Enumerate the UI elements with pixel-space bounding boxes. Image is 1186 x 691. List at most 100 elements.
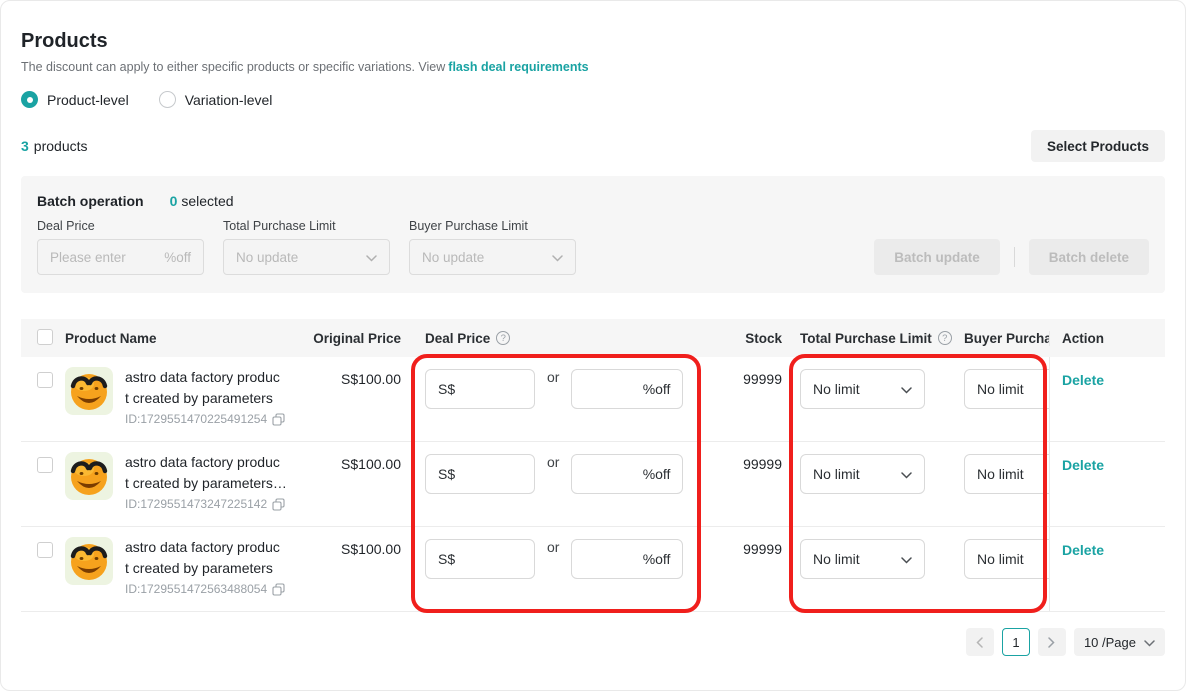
batch-deal-price-field: Deal Price %off [37, 219, 204, 275]
percent-suffix: %off [643, 381, 671, 397]
batch-delete-button[interactable]: Batch delete [1029, 239, 1149, 275]
radio-selected-icon[interactable] [21, 91, 38, 108]
help-icon[interactable]: ? [496, 331, 510, 345]
batch-operation-title: Batch operation [37, 193, 144, 209]
chevron-down-icon [901, 381, 912, 397]
batch-deal-price-suffix: %off [164, 250, 191, 265]
next-page-button[interactable] [1038, 628, 1066, 656]
original-price: S$100.00 [301, 442, 401, 526]
product-id: ID:1729551473247225142 [125, 497, 267, 511]
total-purchase-limit-select[interactable]: No limit [800, 539, 925, 579]
delete-link[interactable]: Delete [1062, 457, 1104, 473]
batch-deal-price-label: Deal Price [37, 219, 204, 233]
stock-value: 99999 [707, 527, 782, 611]
level-radio-group: Product-level Variation-level [21, 91, 1165, 108]
header-total-purchase-limit: Total Purchase Limit [800, 331, 932, 346]
radio-product-level-label: Product-level [47, 92, 129, 108]
copy-icon[interactable] [272, 583, 285, 596]
product-image [65, 367, 113, 415]
percent-off-text-input[interactable] [584, 551, 642, 567]
percent-off-input[interactable]: %off [571, 539, 683, 579]
pagination: 1 10 /Page [21, 628, 1165, 656]
chevron-down-icon [901, 551, 912, 567]
percent-off-text-input[interactable] [584, 466, 642, 482]
page-size-select[interactable]: 10 /Page [1074, 628, 1165, 656]
prev-page-button[interactable] [966, 628, 994, 656]
product-name: astro data factory product created by pa… [125, 537, 301, 579]
page-title: Products [21, 29, 1165, 53]
batch-buyer-limit-field: Buyer Purchase Limit No update [409, 219, 576, 275]
row-checkbox[interactable] [37, 372, 53, 388]
header-action: Action [1049, 331, 1167, 346]
product-image [65, 452, 113, 500]
delete-link[interactable]: Delete [1062, 372, 1104, 388]
copy-icon[interactable] [272, 413, 285, 426]
subtitle-text: The discount can apply to either specifi… [21, 60, 445, 74]
radio-product-level[interactable]: Product-level [21, 91, 129, 108]
row-checkbox[interactable] [37, 457, 53, 473]
delete-link[interactable]: Delete [1062, 542, 1104, 558]
product-name: astro data factory product created by pa… [125, 452, 301, 494]
total-purchase-limit-value: No limit [813, 466, 860, 482]
batch-update-button[interactable]: Batch update [874, 239, 1000, 275]
deal-price-input[interactable]: S$ [425, 539, 535, 579]
percent-suffix: %off [643, 466, 671, 482]
select-all-checkbox[interactable] [37, 329, 53, 345]
buyer-purchase-limit-text-input[interactable] [977, 466, 1049, 482]
chevron-down-icon [552, 250, 563, 265]
buyer-purchase-limit-input[interactable] [964, 454, 1049, 494]
batch-buyer-limit-select[interactable]: No update [409, 239, 576, 275]
or-label: or [547, 539, 559, 555]
or-label: or [547, 369, 559, 385]
batch-buyer-limit-value: No update [422, 250, 484, 265]
products-count: 3products [21, 138, 88, 154]
percent-off-input[interactable]: %off [571, 454, 683, 494]
chevron-down-icon [901, 466, 912, 482]
buyer-purchase-limit-input[interactable] [964, 369, 1049, 409]
batch-total-limit-field: Total Purchase Limit No update [223, 219, 390, 275]
current-page[interactable]: 1 [1002, 628, 1030, 656]
deal-price-text-input[interactable] [455, 551, 522, 567]
page-subtitle: The discount can apply to either specifi… [21, 59, 1165, 75]
total-purchase-limit-select[interactable]: No limit [800, 369, 925, 409]
radio-variation-level[interactable]: Variation-level [159, 91, 273, 108]
batch-deal-price-text-input[interactable] [50, 250, 164, 265]
row-checkbox[interactable] [37, 542, 53, 558]
table-row: astro data factory product created by pa… [21, 527, 1165, 612]
products-panel: Products The discount can apply to eithe… [0, 0, 1186, 691]
original-price: S$100.00 [301, 527, 401, 611]
header-buyer-purchase-limit: Buyer Purchase [947, 331, 1049, 346]
buyer-purchase-limit-text-input[interactable] [977, 381, 1049, 397]
deal-price-input[interactable]: S$ [425, 454, 535, 494]
header-deal-price: Deal Price [425, 331, 490, 346]
deal-price-text-input[interactable] [455, 466, 522, 482]
percent-off-text-input[interactable] [584, 381, 642, 397]
summary-row: 3products Select Products [21, 130, 1165, 162]
batch-operation-panel: Batch operation 0selected Deal Price %of… [21, 176, 1165, 293]
products-table: Product Name Original Price Deal Price? … [21, 319, 1165, 612]
batch-selected-label: selected [181, 193, 233, 209]
buyer-purchase-limit-text-input[interactable] [977, 551, 1049, 567]
percent-off-input[interactable]: %off [571, 369, 683, 409]
header-original-price: Original Price [301, 331, 401, 346]
buyer-purchase-limit-input[interactable] [964, 539, 1049, 579]
header-product-name: Product Name [65, 331, 301, 346]
copy-icon[interactable] [272, 498, 285, 511]
batch-selected-number: 0 [170, 193, 178, 209]
select-products-button[interactable]: Select Products [1031, 130, 1165, 162]
total-purchase-limit-value: No limit [813, 381, 860, 397]
batch-total-limit-label: Total Purchase Limit [223, 219, 390, 233]
page-size-value: 10 /Page [1084, 635, 1136, 650]
deal-price-input[interactable]: S$ [425, 369, 535, 409]
batch-total-limit-select[interactable]: No update [223, 239, 390, 275]
stock-value: 99999 [707, 442, 782, 526]
radio-unselected-icon[interactable] [159, 91, 176, 108]
total-purchase-limit-select[interactable]: No limit [800, 454, 925, 494]
currency-prefix: S$ [438, 551, 455, 567]
batch-selected-count: 0selected [170, 193, 234, 209]
radio-variation-level-label: Variation-level [185, 92, 273, 108]
deal-price-text-input[interactable] [455, 381, 522, 397]
batch-deal-price-input[interactable]: %off [37, 239, 204, 275]
batch-buyer-limit-label: Buyer Purchase Limit [409, 219, 576, 233]
flash-deal-requirements-link[interactable]: flash deal requirements [448, 60, 588, 74]
